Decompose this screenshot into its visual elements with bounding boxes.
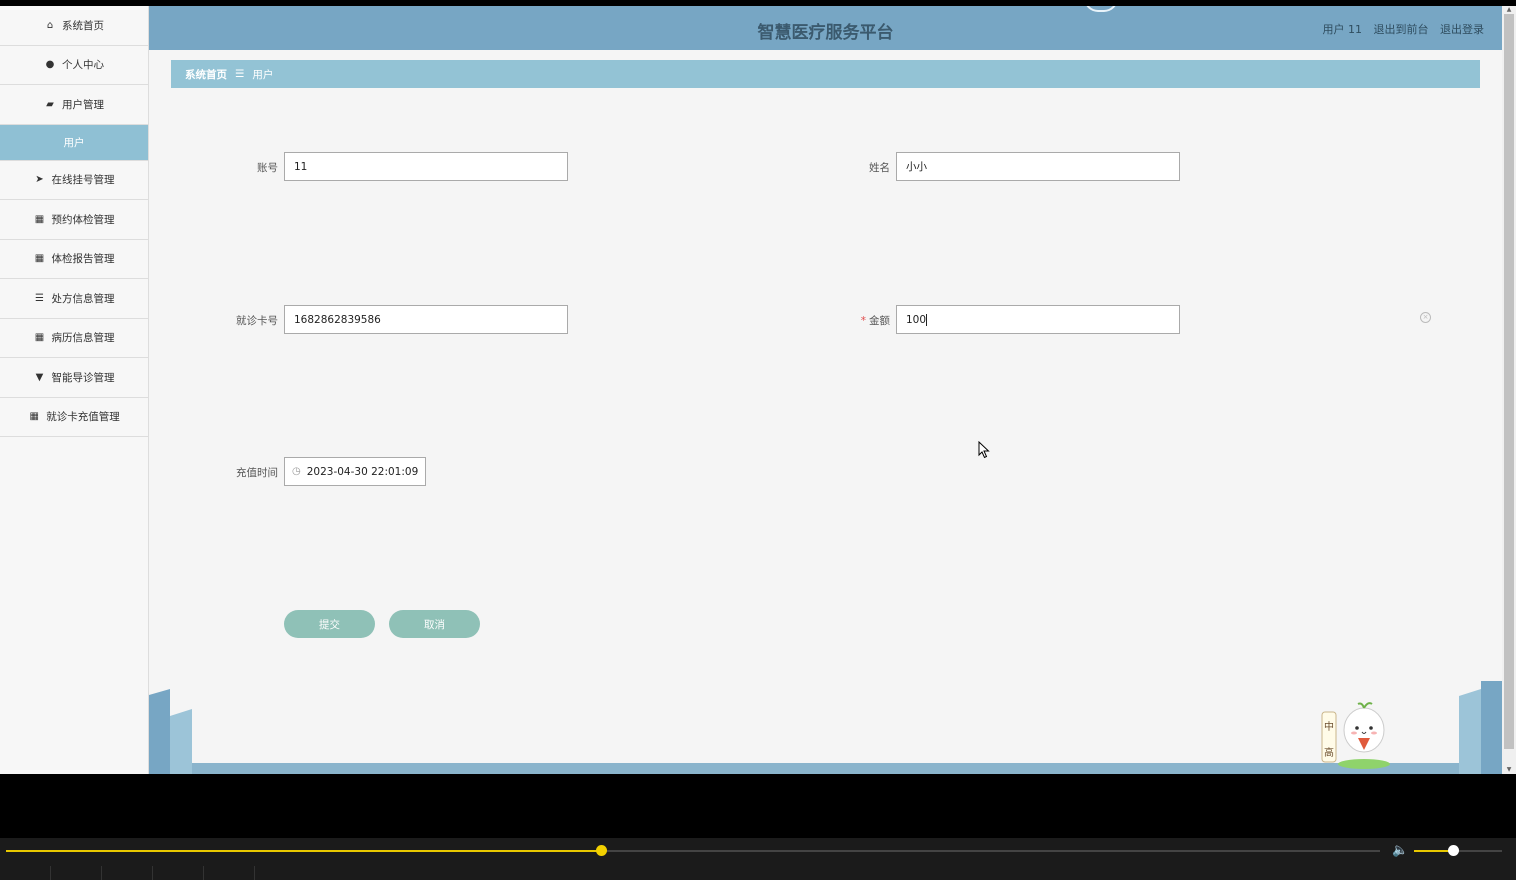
grid-icon: ▦: [34, 213, 45, 225]
sidebar-item-label: 预约体检管理: [51, 213, 115, 226]
sidebar: ⌂ 系统首页 ● 个人中心 ▰ 用户管理 用户 ➤ 在线挂号管理 ▦ 预约体检管…: [0, 6, 149, 774]
sidebar-item-checkup-booking[interactable]: ▦ 预约体检管理: [0, 200, 148, 240]
player-segment: [0, 866, 51, 880]
amount-input[interactable]: 100: [896, 305, 1180, 334]
progress-knob[interactable]: [595, 845, 607, 856]
sidebar-item-profile[interactable]: ● 个人中心: [0, 46, 148, 85]
send-icon: ➤: [35, 174, 44, 186]
name-input-value: 小小: [906, 161, 927, 173]
bottom-frame-decoration: [149, 681, 1502, 774]
briefcase-icon: ▰: [46, 98, 54, 110]
amount-label: * 金额: [810, 313, 890, 328]
breadcrumb-current: 用户: [252, 68, 274, 81]
logout-link[interactable]: 退出登录: [1440, 23, 1484, 36]
grid-icon: ▦: [34, 332, 45, 344]
sidebar-item-label: 在线挂号管理: [51, 174, 115, 187]
account-input[interactable]: 11: [284, 152, 568, 181]
sidebar-item-label: 系统首页: [62, 19, 104, 32]
sidebar-item-home[interactable]: ⌂ 系统首页: [0, 6, 148, 46]
app-window: ⌂ 系统首页 ● 个人中心 ▰ 用户管理 用户 ➤ 在线挂号管理 ▦ 预约体检管…: [0, 6, 1502, 774]
sidebar-item-label: 处方信息管理: [51, 292, 115, 305]
card-number-label: 就诊卡号: [236, 315, 278, 327]
recharge-time-picker[interactable]: ◷ 2023-04-30 22:01:09: [284, 457, 426, 486]
volume-knob[interactable]: [1447, 845, 1459, 856]
breadcrumb-separator-icon: ☰: [235, 68, 245, 80]
sidebar-item-medical-record[interactable]: ▦ 病历信息管理: [0, 319, 148, 358]
name-input[interactable]: 小小: [896, 152, 1180, 181]
recharge-time-value: 2023-04-30 22:01:09: [306, 465, 419, 478]
sidebar-item-label: 个人中心: [62, 59, 104, 72]
mascot-sign-text-2: 高: [1324, 746, 1334, 759]
account-input-value: 11: [294, 160, 308, 173]
player-segment: [51, 866, 102, 880]
amount-label-text: 金额: [869, 315, 890, 327]
exit-to-front-link[interactable]: 退出到前台: [1374, 23, 1429, 36]
vertical-scrollbar[interactable]: ▲ ▼: [1502, 6, 1516, 774]
sidebar-item-user-management[interactable]: ▰ 用户管理: [0, 85, 148, 125]
sidebar-item-checkup-report[interactable]: ▦ 体检报告管理: [0, 240, 148, 279]
user-icon: ●: [45, 59, 55, 71]
header-decoration: [1084, 6, 1118, 12]
sidebar-item-label: 用户管理: [62, 98, 104, 111]
volume-icon[interactable]: 🔈: [1392, 843, 1408, 858]
sidebar-item-label: 病历信息管理: [51, 332, 115, 345]
player-segment: [204, 866, 255, 880]
name-label: 姓名: [869, 162, 890, 174]
recharge-time-label: 充值时间: [236, 467, 278, 479]
card-number-input[interactable]: 1682862839586: [284, 305, 568, 334]
grid-icon: ▦: [34, 253, 45, 265]
header-user-links: 用户 11 退出到前台 退出登录: [1315, 21, 1485, 37]
scroll-down-arrow-icon[interactable]: ▼: [1502, 766, 1516, 774]
list-icon: ☰: [35, 292, 44, 304]
clock-icon: ◷: [292, 466, 301, 477]
submit-button[interactable]: 提交: [284, 610, 375, 638]
sidebar-subitem-users[interactable]: 用户: [0, 124, 148, 161]
sidebar-item-smart-guide[interactable]: ▼ 智能导诊管理: [0, 358, 148, 398]
text-caret: [926, 313, 928, 326]
progress-fill: [6, 850, 601, 852]
sidebar-item-online-registration[interactable]: ➤ 在线挂号管理: [0, 161, 148, 200]
marker-icon: ▼: [35, 371, 44, 383]
breadcrumb: 系统首页 ☰ 用户: [171, 60, 1480, 88]
sidebar-item-label: 体检报告管理: [51, 253, 115, 266]
top-header: 智慧医疗服务平台 用户 11 退出到前台 退出登录: [149, 6, 1502, 50]
screen: ⌂ 系统首页 ● 个人中心 ▰ 用户管理 用户 ➤ 在线挂号管理 ▦ 预约体检管…: [0, 0, 1516, 880]
sidebar-item-card-recharge[interactable]: ▦ 就诊卡充值管理: [0, 398, 148, 437]
breadcrumb-home[interactable]: 系统首页: [185, 67, 227, 82]
volume-fill: [1414, 850, 1453, 852]
sidebar-item-label: 智能导诊管理: [51, 371, 115, 384]
mouse-cursor-icon: [978, 441, 990, 459]
mascot-illustration: 中 高: [1321, 702, 1390, 769]
player-segment: [102, 866, 153, 880]
page-title: 智慧医疗服务平台: [757, 23, 894, 43]
scroll-up-arrow-icon[interactable]: ▲: [1502, 6, 1516, 14]
sidebar-item-label: 就诊卡充值管理: [46, 411, 120, 424]
grid-small-icon: ▦: [29, 411, 39, 423]
volume-track[interactable]: [1414, 845, 1502, 856]
player-segment: [153, 866, 204, 880]
player-bottom-segments: [0, 866, 1516, 880]
scrollbar-thumb[interactable]: [1504, 14, 1514, 749]
card-number-input-value: 1682862839586: [294, 313, 381, 326]
sidebar-item-label: 用户: [63, 136, 85, 149]
mascot-sign-text-1: 中: [1324, 720, 1334, 733]
cancel-button[interactable]: 取消: [389, 610, 480, 638]
amount-input-value: 100: [906, 313, 927, 326]
progress-track[interactable]: [6, 845, 1380, 856]
clear-icon[interactable]: ×: [1420, 312, 1431, 323]
current-user-label: 用户 11: [1322, 23, 1363, 36]
sidebar-item-prescription[interactable]: ☰ 处方信息管理: [0, 279, 148, 319]
required-marker: *: [860, 315, 866, 327]
video-player-controls: 🔈: [0, 838, 1516, 880]
account-label: 账号: [257, 162, 278, 174]
home-icon: ⌂: [46, 19, 54, 31]
